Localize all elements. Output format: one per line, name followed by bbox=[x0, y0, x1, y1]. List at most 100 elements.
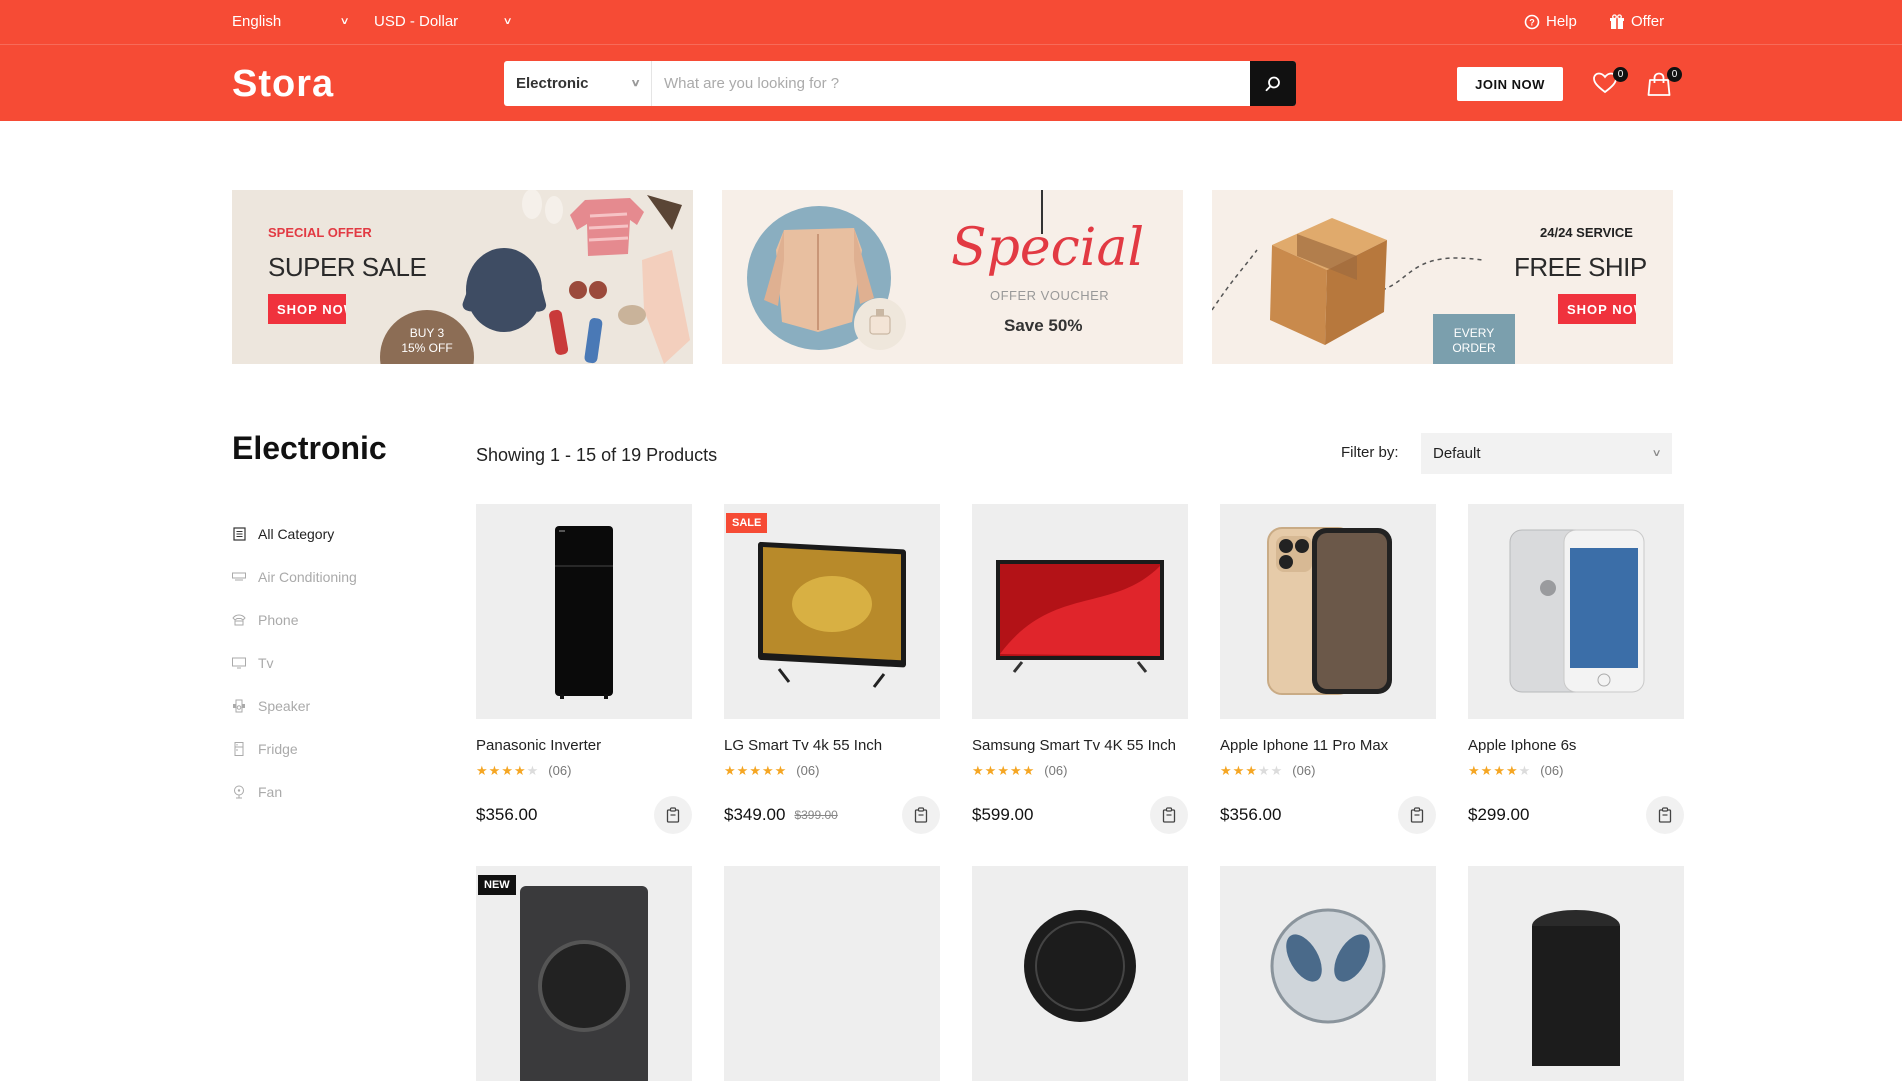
promo-badge-line1: EVERY bbox=[1453, 326, 1495, 340]
product-card[interactable]: SALE LG Smart Tv 4k 55 Inch ★ ★ ★ ★ ★ (06) $349.… bbox=[724, 504, 940, 834]
price-row: $356.00 bbox=[476, 796, 692, 834]
gift-icon bbox=[1610, 13, 1624, 29]
product-price: $356.00 bbox=[1220, 805, 1282, 824]
product-name[interactable]: Samsung Smart Tv 4K 55 Inch bbox=[972, 737, 1188, 754]
product-image[interactable] bbox=[972, 504, 1188, 719]
product-image[interactable] bbox=[476, 504, 692, 719]
product-rating: ★ ★ ★ ★ ★ (06) bbox=[1220, 763, 1436, 778]
product-card[interactable] bbox=[1220, 866, 1436, 1081]
star-empty-icon: ★ bbox=[1270, 763, 1283, 778]
review-count: (06) bbox=[1292, 763, 1316, 778]
sidebar-item-label: Air Conditioning bbox=[258, 568, 357, 585]
sidebar-item-fan[interactable]: Fan bbox=[232, 770, 357, 813]
product-card[interactable] bbox=[1468, 866, 1684, 1081]
chevron-down-icon: ∨ bbox=[502, 16, 513, 27]
shop-now-button[interactable]: SHOP NOW bbox=[1558, 294, 1636, 324]
product-image[interactable] bbox=[1220, 504, 1436, 719]
top-bar: English ∨ USD - Dollar ∨ ? Help Offer bbox=[0, 0, 1902, 45]
product-image[interactable] bbox=[1220, 866, 1436, 1081]
sidebar-item-speaker[interactable]: Speaker bbox=[232, 684, 357, 727]
add-to-cart-button[interactable] bbox=[1150, 796, 1188, 834]
star-filled-icon: ★ bbox=[1505, 763, 1518, 778]
price-row: $599.00 bbox=[972, 796, 1188, 834]
product-image[interactable]: NEW bbox=[476, 866, 692, 1081]
product-rating: ★ ★ ★ ★ ★ (06) bbox=[476, 763, 692, 778]
sidebar-item-tv[interactable]: Tv bbox=[232, 641, 357, 684]
promo-banner-free-ship[interactable]: 24/24 SERVICE FREE SHIP SHOP NOW EVERY O… bbox=[1212, 190, 1673, 364]
star-filled-icon: ★ bbox=[1480, 763, 1493, 778]
offer-link[interactable]: Offer bbox=[1609, 13, 1664, 30]
star-filled-icon: ★ bbox=[972, 763, 984, 778]
speaker-icon bbox=[232, 699, 246, 713]
new-badge: NEW bbox=[478, 875, 516, 895]
review-count: (06) bbox=[1044, 763, 1068, 778]
sidebar-item-air-conditioning[interactable]: Air Conditioning bbox=[232, 555, 357, 598]
logo[interactable]: Stora bbox=[232, 63, 334, 106]
clipboard-cart-icon bbox=[1410, 807, 1424, 823]
add-to-cart-button[interactable] bbox=[902, 796, 940, 834]
review-count: (06) bbox=[1540, 763, 1564, 778]
list-icon bbox=[232, 526, 246, 541]
banner-title: FREE SHIP bbox=[1514, 252, 1647, 282]
product-name[interactable]: Panasonic Inverter bbox=[476, 737, 692, 754]
star-filled-icon: ★ bbox=[488, 763, 501, 778]
star-filled-icon: ★ bbox=[513, 763, 526, 778]
sidebar-item-fridge[interactable]: Fridge bbox=[232, 727, 357, 770]
banner-detail: Save 50% bbox=[1004, 316, 1083, 335]
product-image[interactable] bbox=[724, 866, 940, 1081]
banner-kicker: SPECIAL OFFER bbox=[268, 225, 372, 240]
offer-label: Offer bbox=[1631, 13, 1665, 30]
language-selector[interactable]: English ∨ bbox=[232, 13, 350, 30]
product-card[interactable]: Apple Iphone 6s ★ ★ ★ ★ ★ (06) $299.00 bbox=[1468, 504, 1684, 834]
star-filled-icon: ★ bbox=[1245, 763, 1257, 778]
fridge-icon bbox=[232, 741, 246, 756]
filter-select[interactable]: Default ∨ bbox=[1421, 433, 1672, 474]
currency-selector[interactable]: USD - Dollar ∨ bbox=[374, 13, 513, 30]
product-name[interactable]: LG Smart Tv 4k 55 Inch bbox=[724, 737, 940, 754]
banner-script-title: Special bbox=[951, 218, 1145, 278]
search-bar: Electronic ∨ bbox=[504, 61, 1296, 106]
product-image[interactable] bbox=[972, 866, 1188, 1081]
join-now-button[interactable]: JOIN NOW bbox=[1457, 67, 1563, 101]
search-category-select[interactable]: Electronic ∨ bbox=[504, 61, 652, 106]
main-header: Stora Electronic ∨ JOIN NOW 0 0 bbox=[0, 45, 1902, 121]
add-to-cart-button[interactable] bbox=[1398, 796, 1436, 834]
product-image[interactable] bbox=[1468, 866, 1684, 1081]
product-card[interactable]: Samsung Smart Tv 4K 55 Inch ★ ★ ★ ★ ★ (06) $599… bbox=[972, 504, 1188, 834]
product-card[interactable]: Panasonic Inverter ★ ★ ★ ★ ★ (06) $356.00 bbox=[476, 504, 692, 834]
product-card[interactable] bbox=[724, 866, 940, 1081]
product-card[interactable]: NEW bbox=[476, 866, 692, 1081]
help-icon: ? bbox=[1524, 14, 1540, 29]
product-price: $349.00 bbox=[724, 805, 786, 824]
promo-banner-super-sale[interactable]: SPECIAL OFFER SUPER SALE SHOP NOW BUY 3 … bbox=[232, 190, 693, 364]
search-input[interactable] bbox=[652, 61, 1250, 106]
sidebar-item-all-category[interactable]: All Category bbox=[232, 512, 357, 555]
search-category-label: Electronic bbox=[516, 75, 589, 92]
help-label: Help bbox=[1546, 13, 1577, 30]
add-to-cart-button[interactable] bbox=[1646, 796, 1684, 834]
product-card[interactable] bbox=[972, 866, 1188, 1081]
promo-badge: EVERY ORDER bbox=[1433, 314, 1515, 364]
product-card[interactable]: Apple Iphone 11 Pro Max ★ ★ ★ ★ ★ (06) $356.00 bbox=[1220, 504, 1436, 834]
product-name[interactable]: Apple Iphone 11 Pro Max bbox=[1220, 737, 1436, 754]
star-filled-icon: ★ bbox=[984, 763, 997, 778]
product-image[interactable]: SALE bbox=[724, 504, 940, 719]
promo-banner-special-voucher[interactable]: Special OFFER VOUCHER Save 50% bbox=[722, 190, 1183, 364]
add-to-cart-button[interactable] bbox=[654, 796, 692, 834]
star-filled-icon: ★ bbox=[761, 763, 774, 778]
air-conditioner-icon bbox=[232, 570, 246, 584]
shop-now-button[interactable]: SHOP NOW bbox=[268, 294, 346, 324]
rating-stars: ★ ★ ★ ★ ★ bbox=[476, 764, 538, 777]
sidebar-item-phone[interactable]: Phone bbox=[232, 598, 357, 641]
product-price: $299.00 bbox=[1468, 805, 1530, 824]
price-row: $356.00 bbox=[1220, 796, 1436, 834]
chevron-down-icon: ∨ bbox=[630, 78, 641, 89]
cart-button[interactable]: 0 bbox=[1646, 67, 1682, 101]
currency-label: USD - Dollar bbox=[374, 13, 459, 30]
search-button[interactable] bbox=[1250, 61, 1296, 106]
help-link[interactable]: ? Help bbox=[1524, 13, 1577, 30]
wishlist-button[interactable]: 0 bbox=[1592, 67, 1628, 101]
product-image[interactable] bbox=[1468, 504, 1684, 719]
banner-kicker: 24/24 SERVICE bbox=[1540, 225, 1633, 240]
product-name[interactable]: Apple Iphone 6s bbox=[1468, 737, 1684, 754]
